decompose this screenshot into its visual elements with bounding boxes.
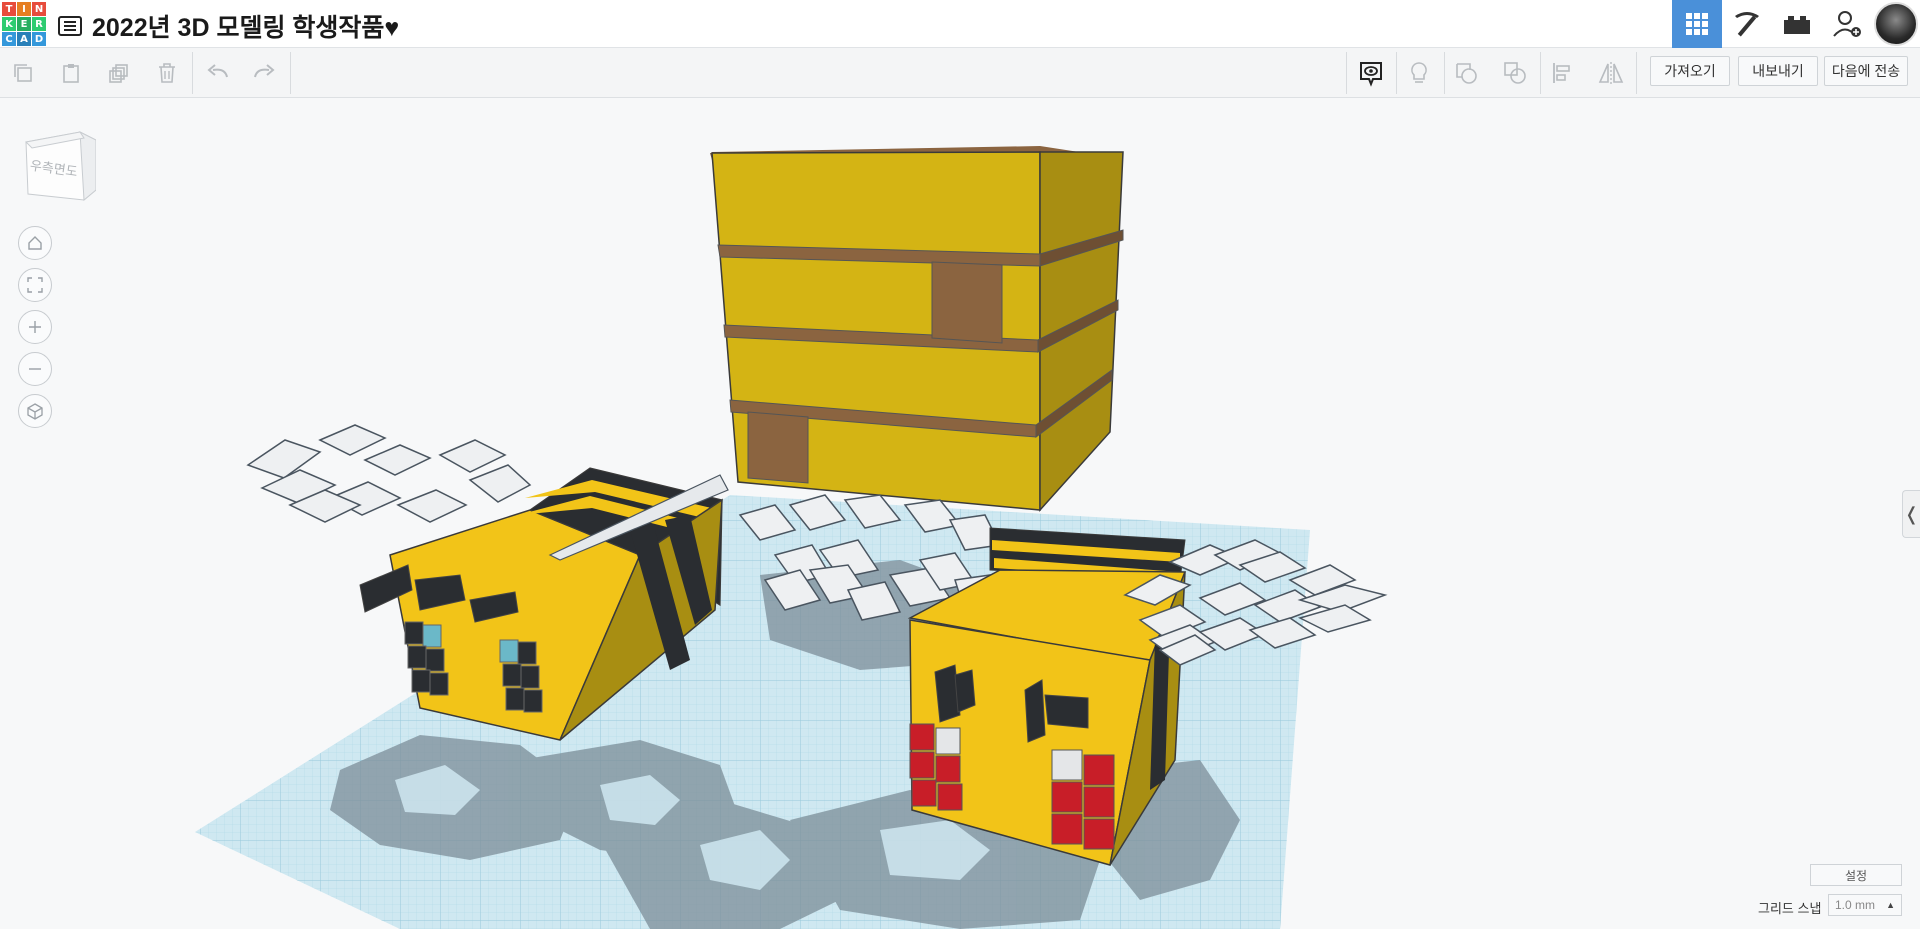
undo-icon bbox=[207, 64, 228, 78]
edit-toolbar: 가져오기 내보내기 다음에 전송 bbox=[0, 48, 1920, 98]
pickaxe-icon bbox=[1735, 12, 1759, 37]
export-button[interactable]: 내보내기 bbox=[1738, 56, 1818, 86]
workplane-viewport[interactable] bbox=[0, 98, 1920, 929]
view-cube[interactable]: 우측면도 bbox=[22, 128, 97, 202]
paste-button[interactable] bbox=[56, 58, 86, 88]
logo-letter: K bbox=[2, 17, 16, 31]
show-all-button[interactable] bbox=[1356, 58, 1386, 88]
logo-letter: A bbox=[17, 32, 31, 46]
ungroup-button[interactable] bbox=[1500, 58, 1530, 88]
tinkercad-logo[interactable]: TIN KER CAD bbox=[2, 2, 46, 46]
logo-letter: T bbox=[2, 2, 16, 16]
logo-letter: D bbox=[32, 32, 46, 46]
settings-button[interactable]: 설정 bbox=[1810, 864, 1902, 886]
grid-snap-label: 그리드 스냅 bbox=[1758, 901, 1822, 916]
title-area: 2022년 3D 모델링 학생작품♥ bbox=[58, 8, 399, 44]
minus-icon bbox=[29, 368, 41, 370]
fit-view-button[interactable] bbox=[18, 268, 52, 302]
redo-button[interactable] bbox=[249, 58, 279, 88]
bricks-icon bbox=[1784, 16, 1810, 34]
import-button[interactable]: 가져오기 bbox=[1650, 56, 1730, 86]
lightbulb-icon bbox=[1411, 62, 1427, 83]
group-button[interactable] bbox=[1452, 58, 1482, 88]
grid-view-button[interactable] bbox=[1672, 0, 1722, 48]
toolbar-separator bbox=[1346, 52, 1347, 94]
app-header: TIN KER CAD 2022년 3D 모델링 학생작품♥ bbox=[0, 0, 1920, 48]
toolbar-separator bbox=[290, 52, 291, 94]
beehive-block[interactable] bbox=[710, 146, 1124, 512]
eye-bubble-icon bbox=[1360, 62, 1382, 87]
duplicate-button[interactable] bbox=[104, 58, 134, 88]
header-actions bbox=[1672, 0, 1920, 48]
logo-letter: R bbox=[32, 17, 46, 31]
notes-button[interactable] bbox=[1404, 58, 1434, 88]
3d-scene[interactable] bbox=[0, 98, 1920, 929]
copy-button[interactable] bbox=[8, 58, 38, 88]
zoom-out-button[interactable] bbox=[18, 352, 52, 386]
align-icon bbox=[1553, 63, 1570, 83]
logo-letter: E bbox=[17, 17, 31, 31]
logo-letter: C bbox=[2, 32, 16, 46]
user-avatar[interactable] bbox=[1874, 2, 1918, 46]
duplicate-icon bbox=[109, 64, 128, 83]
trash-icon bbox=[159, 63, 175, 83]
toolbar-separator bbox=[1540, 52, 1541, 94]
blocks-button[interactable] bbox=[1722, 0, 1772, 48]
delete-button[interactable] bbox=[152, 58, 182, 88]
toolbar-separator bbox=[1444, 52, 1445, 94]
send-to-button[interactable]: 다음에 전송 bbox=[1824, 56, 1908, 86]
grid-snap-select[interactable]: 1.0 mm ▲ bbox=[1828, 894, 1902, 916]
align-button[interactable] bbox=[1548, 58, 1578, 88]
group-icon bbox=[1456, 63, 1477, 84]
redo-icon bbox=[254, 64, 275, 78]
grid-view-icon bbox=[1686, 13, 1708, 35]
panel-toggle-button[interactable]: ❬ bbox=[1902, 490, 1920, 538]
invite-user-button[interactable] bbox=[1822, 0, 1872, 48]
fit-icon bbox=[27, 277, 43, 293]
cube-icon bbox=[27, 403, 43, 420]
mirror-button[interactable] bbox=[1596, 58, 1626, 88]
mirror-icon bbox=[1598, 62, 1624, 84]
paste-icon bbox=[63, 64, 79, 83]
undo-button[interactable] bbox=[203, 58, 233, 88]
grid-snap-value: 1.0 mm bbox=[1835, 898, 1876, 912]
toolbar-separator bbox=[1396, 52, 1397, 94]
design-title[interactable]: 2022년 3D 모델링 학생작품♥ bbox=[92, 8, 399, 44]
home-view-button[interactable] bbox=[18, 226, 52, 260]
ungroup-icon bbox=[1504, 62, 1526, 84]
home-icon bbox=[28, 236, 42, 250]
chevron-left-icon: ❬ bbox=[1903, 503, 1920, 524]
logo-letter: I bbox=[17, 2, 31, 16]
design-list-icon[interactable] bbox=[58, 16, 82, 36]
copy-icon bbox=[14, 64, 32, 82]
perspective-button[interactable] bbox=[18, 394, 52, 428]
zoom-in-button[interactable] bbox=[18, 310, 52, 344]
bricks-button[interactable] bbox=[1772, 0, 1822, 48]
logo-letter: N bbox=[32, 2, 46, 16]
add-user-icon bbox=[1833, 11, 1861, 37]
chevron-up-icon: ▲ bbox=[1886, 900, 1895, 910]
toolbar-separator bbox=[192, 52, 193, 94]
left-bee-wings[interactable] bbox=[246, 424, 532, 523]
plus-icon bbox=[29, 321, 41, 333]
toolbar-separator bbox=[1636, 52, 1637, 94]
